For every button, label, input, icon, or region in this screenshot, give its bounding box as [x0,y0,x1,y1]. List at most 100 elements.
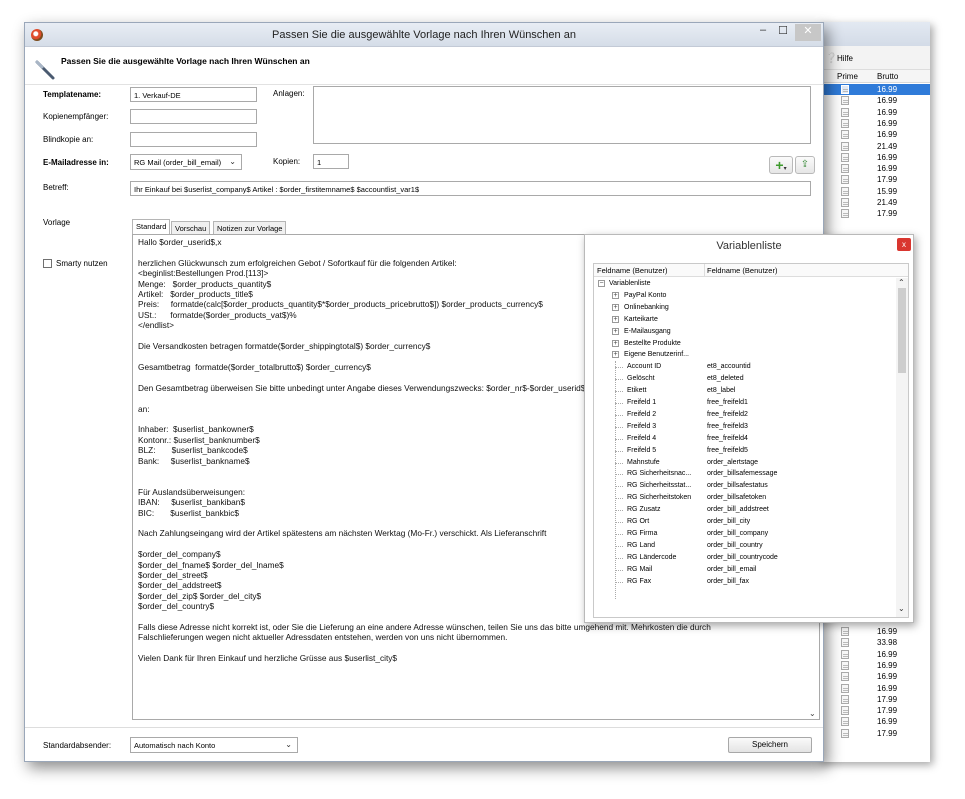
export-button[interactable]: ⇪ [795,156,815,174]
document-icon [841,706,849,716]
tab-preview[interactable]: Vorschau [171,221,211,234]
help-menu[interactable]: Hilfe [837,54,853,63]
table-row[interactable]: 16.99 [819,660,930,671]
variable-list-close-button[interactable]: x [897,238,911,251]
table-row[interactable]: 16.99 [819,671,930,682]
subject-input[interactable]: Ihr Einkauf bei $userlist_company$ Artik… [130,181,811,196]
column-brutto[interactable]: Brutto [877,72,898,81]
expand-icon[interactable]: + [612,351,619,359]
tree-group-label: PayPal Konto [624,291,667,299]
brutto-value: 17.99 [877,706,898,716]
brutto-value: 16.99 [877,717,898,727]
brutto-value: 16.99 [877,152,898,162]
sender-select[interactable]: Automatisch nach Konto ⌄ [130,737,298,753]
expand-icon[interactable]: + [612,315,619,323]
variable-item[interactable]: Account ID et8_accountid [594,361,896,373]
bcc-input[interactable] [130,132,257,147]
template-name-input[interactable]: 1. Verkauf-DE [130,87,257,102]
tree-group[interactable]: + Eigene Benutzerinf... [594,349,896,361]
table-row[interactable]: 17.99 [819,208,930,219]
variable-item[interactable]: RG Sicherheitsstat... order_billsafestatu… [594,480,896,492]
tab-notes[interactable]: Notizen zur Vorlage [213,221,287,234]
document-icon [841,186,849,196]
variable-field: order_bill_countrycode [707,553,778,561]
table-row[interactable]: 17.99 [819,728,930,739]
table-row[interactable]: 17.99 [819,694,930,705]
variable-item[interactable]: RG Sicherheitstoken order_billsafetoken [594,492,896,504]
scrollbar-thumb[interactable] [898,288,906,373]
table-row[interactable]: 33.98 [819,637,930,648]
chevron-down-icon: ⌄ [285,740,292,749]
variable-scrollbar[interactable]: ⌃ ⌄ [896,278,908,617]
cc-input[interactable] [130,109,257,124]
table-row[interactable]: 16.99 [819,649,930,660]
scroll-up-icon[interactable]: ⌃ [898,278,905,287]
tree-connector [615,462,623,464]
variable-item[interactable]: Etikett et8_label [594,385,896,397]
dialog-header: Passen Sie die ausgewählte Vorlage nach … [25,48,823,84]
variable-item[interactable]: RG Zusatz order_bill_addstreet [594,504,896,516]
email-select[interactable]: RG Mail (order_bill_email) ⌄ [130,154,242,170]
close-button[interactable]: ✕ [795,24,821,41]
tree-group[interactable]: + E-Mailausgang [594,326,896,338]
tree-group[interactable]: + Karteikarte [594,314,896,326]
scroll-down-icon[interactable]: ⌄ [809,709,816,718]
table-row[interactable]: 17.99 [819,174,930,185]
table-row[interactable]: 16.99 [819,84,930,96]
tab-standard[interactable]: Standard [132,219,171,235]
variable-item[interactable]: RG Firma order_bill_company [594,528,896,540]
variable-item[interactable]: Freifeld 3 free_freifeld3 [594,421,896,433]
table-row[interactable]: 16.99 [819,716,930,727]
variable-item[interactable]: RG Ort order_bill_city [594,516,896,528]
tree-group[interactable]: + PayPal Konto [594,290,896,302]
table-row[interactable]: 16.99 [819,118,930,129]
variable-field: order_billsafemessage [707,470,778,478]
table-row[interactable]: 16.99 [819,626,930,637]
variable-item[interactable]: RG Land order_bill_country [594,540,896,552]
variable-item[interactable]: RG Mail order_bill_email [594,564,896,576]
table-row[interactable]: 21.49 [819,197,930,208]
table-row[interactable]: 16.99 [819,129,930,140]
expand-icon[interactable]: + [612,339,619,347]
copies-input[interactable]: 1 [313,154,349,169]
tree-root-label: Variablenliste [609,280,651,287]
document-icon [841,175,849,185]
collapse-icon[interactable]: − [598,280,605,287]
variable-item[interactable]: Gelöscht et8_deleted [594,373,896,385]
table-row[interactable]: 17.99 [819,705,930,716]
table-row[interactable]: 21.49 [819,141,930,152]
tree-group[interactable]: + Onlinebanking [594,302,896,314]
tree-root[interactable]: − Variablenliste [594,278,896,290]
expand-icon[interactable]: + [612,303,619,311]
table-row[interactable]: 16.99 [819,107,930,118]
variable-item[interactable]: RG Fax order_bill_fax [594,576,896,588]
minimize-button[interactable]: – [753,24,773,41]
tree-group[interactable]: + Bestellte Produkte [594,338,896,350]
table-row[interactable]: 16.99 [819,683,930,694]
variable-name: Freifeld 4 [627,434,657,442]
variable-field: free_freifeld4 [707,434,748,442]
variable-item[interactable]: Mahnstufe order_alertstage [594,457,896,469]
table-row[interactable]: 16.99 [819,95,930,106]
scroll-down-icon[interactable]: ⌄ [898,604,905,613]
column-field-name[interactable]: Feldname (Benutzer) [597,266,667,275]
variable-item[interactable]: Freifeld 1 free_freifeld1 [594,397,896,409]
save-button[interactable]: Speichern [728,737,812,753]
expand-icon[interactable]: + [612,291,619,299]
column-field-key[interactable]: Feldname (Benutzer) [707,266,777,275]
expand-icon[interactable]: + [612,327,619,335]
column-prime[interactable]: Prime [837,72,858,81]
variable-item[interactable]: Freifeld 2 free_freifeld2 [594,409,896,421]
add-button[interactable]: +▾ [769,156,793,174]
email-select-value: RG Mail (order_bill_email) [134,158,222,167]
maximize-button[interactable]: ☐ [773,24,793,41]
table-row[interactable]: 16.99 [819,163,930,174]
attachments-field[interactable] [313,86,811,144]
variable-item[interactable]: Freifeld 4 free_freifeld4 [594,433,896,445]
variable-item[interactable]: RG Ländercode order_bill_countrycode [594,552,896,564]
table-row[interactable]: 15.99 [819,186,930,197]
variable-item[interactable]: RG Sicherheitsnac... order_billsafemessag… [594,468,896,480]
variable-item[interactable]: Freifeld 5 free_freifeld5 [594,445,896,457]
smarty-checkbox[interactable] [43,259,52,268]
table-row[interactable]: 16.99 [819,152,930,163]
